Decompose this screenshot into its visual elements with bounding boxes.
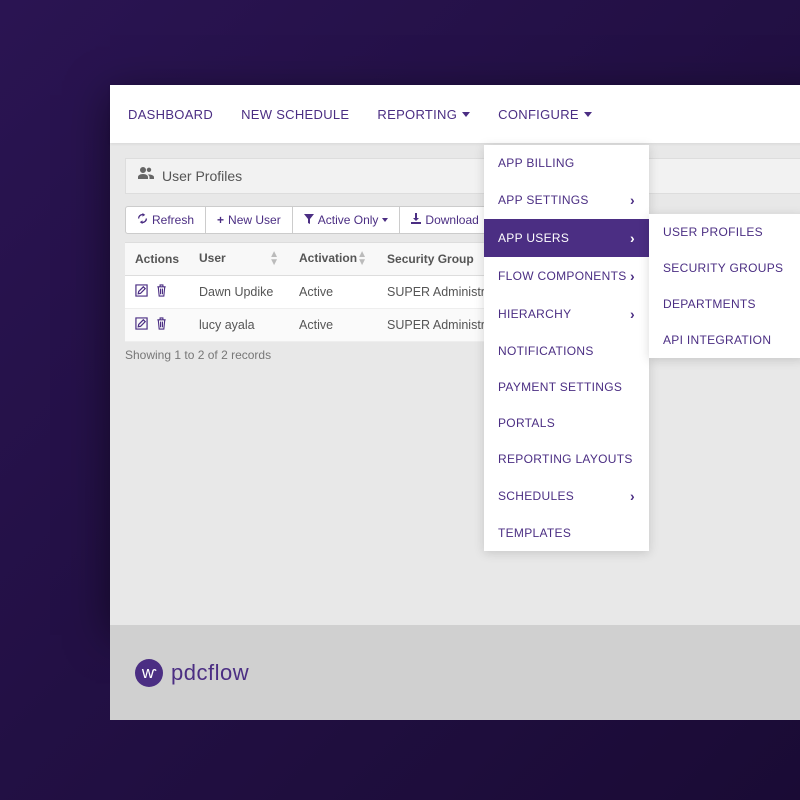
download-button[interactable]: Download — [399, 206, 490, 234]
edit-icon[interactable] — [135, 284, 152, 300]
nav-label: REPORTING — [377, 107, 457, 122]
col-activation[interactable]: Activation▲▼ — [289, 243, 377, 276]
refresh-button[interactable]: Refresh — [125, 206, 206, 234]
menu-payment-settings[interactable]: PAYMENT SETTINGS — [484, 369, 649, 405]
activation-cell: Active — [289, 309, 377, 342]
chevron-right-icon: › — [630, 306, 635, 322]
chevron-right-icon: › — [630, 192, 635, 208]
menu-reporting-layouts[interactable]: REPORTING LAYOUTS — [484, 441, 649, 477]
refresh-icon — [137, 213, 148, 227]
nav-new-schedule[interactable]: NEW SCHEDULE — [241, 107, 349, 122]
btn-label: Refresh — [152, 213, 194, 227]
configure-dropdown: APP BILLING APP SETTINGS › APP USERS › F… — [484, 145, 649, 551]
logo-mark-icon: ⱳ — [135, 659, 163, 687]
content-area: User Profiles Refresh + New User Active … — [110, 143, 800, 377]
menu-schedules[interactable]: SCHEDULES › — [484, 477, 649, 515]
col-actions[interactable]: Actions — [125, 243, 189, 276]
app-window: DASHBOARD NEW SCHEDULE REPORTING CONFIGU… — [110, 85, 800, 625]
sort-icon: ▲▼ — [357, 251, 367, 267]
menu-app-settings[interactable]: APP SETTINGS › — [484, 181, 649, 219]
activation-cell: Active — [289, 276, 377, 309]
edit-icon[interactable] — [135, 317, 152, 333]
menu-portals[interactable]: PORTALS — [484, 405, 649, 441]
submenu-departments[interactable]: DEPARTMENTS — [649, 286, 800, 322]
brand-name: pdcflow — [171, 660, 249, 686]
delete-icon[interactable] — [156, 317, 167, 333]
user-cell: Dawn Updike — [189, 276, 289, 309]
menu-hierarchy[interactable]: HIERARCHY › — [484, 295, 649, 333]
col-user[interactable]: User▲▼ — [189, 243, 289, 276]
footer: ⱳ pdcflow — [110, 625, 800, 720]
caret-down-icon — [584, 112, 592, 117]
menu-app-billing[interactable]: APP BILLING — [484, 145, 649, 181]
brand-logo: ⱳ pdcflow — [135, 659, 249, 687]
nav-label: NEW SCHEDULE — [241, 107, 349, 122]
page-header: User Profiles — [125, 158, 800, 194]
menu-templates[interactable]: TEMPLATES — [484, 515, 649, 551]
app-users-submenu: USER PROFILES SECURITY GROUPS DEPARTMENT… — [649, 214, 800, 358]
sort-icon: ▲▼ — [269, 251, 279, 267]
user-cell: lucy ayala — [189, 309, 289, 342]
menu-app-users[interactable]: APP USERS › — [484, 219, 649, 257]
plus-icon: + — [217, 213, 224, 227]
btn-label: New User — [228, 213, 281, 227]
download-icon — [411, 213, 421, 227]
caret-down-icon — [462, 112, 470, 117]
menu-notifications[interactable]: NOTIFICATIONS — [484, 333, 649, 369]
users-icon — [138, 167, 154, 185]
submenu-security-groups[interactable]: SECURITY GROUPS — [649, 250, 800, 286]
delete-icon[interactable] — [156, 284, 167, 300]
nav-configure[interactable]: CONFIGURE — [498, 107, 592, 122]
new-user-button[interactable]: + New User — [205, 206, 293, 234]
top-nav: DASHBOARD NEW SCHEDULE REPORTING CONFIGU… — [110, 85, 800, 143]
btn-label: Download — [425, 213, 478, 227]
nav-label: DASHBOARD — [128, 107, 213, 122]
page-title: User Profiles — [162, 168, 242, 184]
nav-reporting[interactable]: REPORTING — [377, 107, 470, 122]
nav-dashboard[interactable]: DASHBOARD — [128, 107, 213, 122]
submenu-api-integration[interactable]: API INTEGRATION — [649, 322, 800, 358]
chevron-right-icon: › — [630, 230, 635, 246]
filter-icon — [304, 213, 314, 227]
chevron-right-icon: › — [630, 268, 635, 284]
filter-button[interactable]: Active Only — [292, 206, 401, 234]
nav-label: CONFIGURE — [498, 107, 579, 122]
menu-flow-components[interactable]: FLOW COMPONENTS › — [484, 257, 649, 295]
btn-label: Active Only — [318, 213, 379, 227]
chevron-right-icon: › — [630, 488, 635, 504]
caret-down-icon — [382, 218, 388, 222]
submenu-user-profiles[interactable]: USER PROFILES — [649, 214, 800, 250]
